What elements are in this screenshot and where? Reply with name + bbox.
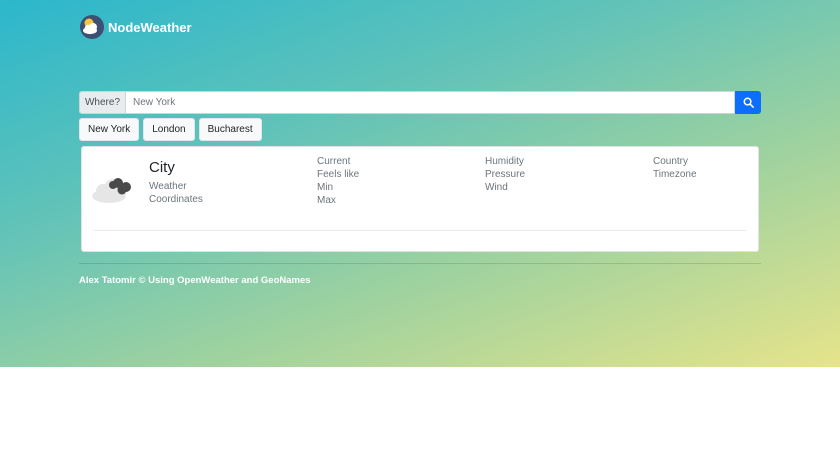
quick-city-buttons: New York London Bucharest xyxy=(79,118,262,141)
humidity-label: Humidity xyxy=(485,156,524,167)
city-button-bucharest[interactable]: Bucharest xyxy=(198,118,262,141)
timezone-label: Timezone xyxy=(653,169,697,180)
weather-info: Weather Coordinates xyxy=(149,180,203,206)
search-button[interactable] xyxy=(735,91,761,114)
weather-card: City Weather Coordinates Current Feels l… xyxy=(81,146,759,252)
coordinates-label: Coordinates xyxy=(149,194,203,205)
current-label: Current xyxy=(317,156,351,167)
search-label: Where? xyxy=(79,91,125,114)
card-divider xyxy=(94,230,746,231)
cloud-icon xyxy=(91,174,137,209)
city-name: City xyxy=(149,159,175,176)
temperature-column: Current Feels like Min Max xyxy=(317,155,359,207)
footer-divider xyxy=(79,263,761,264)
pressure-label: Pressure xyxy=(485,169,526,180)
weather-label: Weather xyxy=(149,181,187,192)
city-button-london[interactable]: London xyxy=(143,118,195,141)
brand-name: NodeWeather xyxy=(108,19,192,35)
max-label: Max xyxy=(317,195,336,206)
conditions-column: Humidity Pressure Wind xyxy=(485,155,525,194)
footer-credits: Alex Tatomir © Using OpenWeather and Geo… xyxy=(79,275,311,286)
cloud-sun-icon xyxy=(80,15,104,39)
hero-background: NodeWeather Where? New York London Bucha… xyxy=(0,0,840,367)
search-icon xyxy=(743,97,754,108)
city-button-new-york[interactable]: New York xyxy=(79,118,140,141)
search-group: Where? xyxy=(79,91,761,114)
country-label: Country xyxy=(653,156,689,167)
location-column: Country Timezone xyxy=(653,155,697,181)
feels-like-label: Feels like xyxy=(317,169,360,180)
brand[interactable]: NodeWeather xyxy=(80,14,192,40)
wind-label: Wind xyxy=(485,182,508,193)
min-label: Min xyxy=(317,182,334,193)
search-input[interactable] xyxy=(125,91,735,114)
